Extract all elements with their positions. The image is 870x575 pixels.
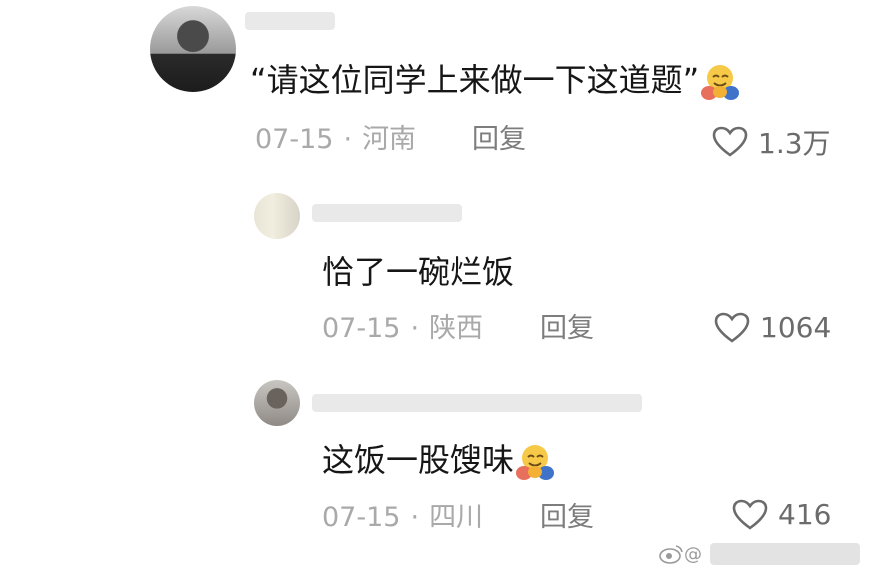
- reply-button[interactable]: 回复: [540, 501, 594, 535]
- like-count: 1.3万: [758, 127, 831, 160]
- like-count: 416: [778, 498, 832, 531]
- comment-meta: 07-15 · 陕西: [322, 312, 483, 346]
- comment-location: 四川: [429, 502, 484, 533]
- like-button[interactable]: 1064: [714, 311, 831, 344]
- comment-meta: 07-15 · 河南: [255, 123, 416, 157]
- avatar[interactable]: [254, 380, 300, 426]
- watermark-handle-blurred: [710, 543, 860, 565]
- comment-text: “请这位同学上来做一下这道题”: [250, 60, 741, 102]
- comment-text: 恰了一碗烂饭: [322, 253, 515, 291]
- separator-dot: ·: [343, 124, 353, 155]
- heart-icon: [732, 499, 768, 530]
- comment-date: 07-15: [322, 313, 401, 344]
- separator-dot: ·: [410, 502, 420, 533]
- avatar[interactable]: [254, 193, 300, 239]
- hugging-face-emoji-icon: [514, 442, 556, 482]
- like-button[interactable]: 1.3万: [712, 122, 831, 162]
- comment-date: 07-15: [322, 502, 401, 533]
- heart-icon: [714, 312, 750, 343]
- username-blurred[interactable]: [312, 204, 462, 222]
- comment-text-content: “请这位同学上来做一下这道题”: [250, 61, 700, 99]
- comment-text-content: 这饭一股馊味: [322, 441, 515, 479]
- separator-dot: ·: [410, 313, 420, 344]
- like-button[interactable]: 416: [732, 498, 831, 531]
- weibo-logo-icon: [659, 545, 683, 564]
- avatar[interactable]: [150, 6, 236, 92]
- username-blurred[interactable]: [245, 12, 335, 30]
- comment-date: 07-15: [255, 124, 334, 155]
- like-count: 1064: [760, 311, 832, 344]
- reply-button[interactable]: 回复: [540, 312, 594, 346]
- reply-button[interactable]: 回复: [472, 123, 526, 157]
- comment-location: 河南: [362, 124, 417, 155]
- comment-meta: 07-15 · 四川: [322, 501, 483, 535]
- heart-icon: [712, 126, 748, 157]
- at-sign-icon: @: [684, 543, 702, 565]
- comment-text: 这饭一股馊味: [322, 440, 556, 482]
- comment-location: 陕西: [429, 313, 484, 344]
- watermark: @: [658, 543, 860, 565]
- hugging-face-emoji-icon: [699, 62, 741, 102]
- username-blurred[interactable]: [312, 394, 642, 412]
